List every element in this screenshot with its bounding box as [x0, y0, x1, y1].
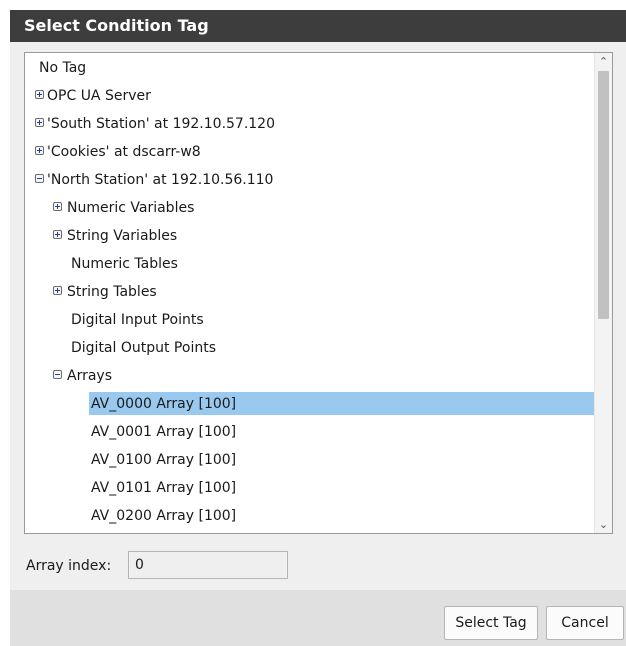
scroll-down-icon[interactable]: ⌄	[595, 516, 612, 533]
tree-item-label: AV_0000 Array [100]	[91, 396, 237, 412]
tree-item-label: AV_0100 Array [100]	[91, 452, 237, 468]
tree-item[interactable]: 'South Station' at 192.10.57.120	[25, 111, 595, 137]
tree-item-label: AV_0101 Array [100]	[91, 480, 237, 496]
scroll-thumb[interactable]	[598, 71, 609, 319]
select-tag-button[interactable]: Select Tag	[444, 606, 538, 640]
array-index-label: Array index:	[26, 558, 112, 574]
tree-item[interactable]: AV_0200 Array [100]	[25, 503, 595, 529]
tree-item-label: Arrays	[67, 368, 113, 384]
tree-item[interactable]: No Tag	[25, 55, 595, 81]
collapse-minus-icon[interactable]	[53, 370, 62, 379]
tree-item-label: AV_0001 Array [100]	[91, 424, 237, 440]
tree-item[interactable]: 'Cookies' at dscarr-w8	[25, 139, 595, 165]
dialog-title: Select Condition Tag	[10, 10, 626, 42]
tree-item[interactable]: Arrays	[25, 363, 595, 389]
tree-item-label: OPC UA Server	[47, 88, 151, 104]
tree-item-label: Digital Input Points	[71, 312, 204, 328]
tree-item[interactable]: AV_0101 Array [100]	[25, 475, 595, 501]
tree-item[interactable]: String Tables	[25, 279, 595, 305]
array-index-input[interactable]	[128, 551, 288, 579]
tree-item-label: Numeric Tables	[71, 256, 178, 272]
tag-tree[interactable]: No Tag OPC UA Server 'South Station' at 19…	[24, 52, 613, 534]
collapse-minus-icon[interactable]	[35, 174, 44, 183]
tree-item[interactable]: AV_0001 Array [100]	[25, 419, 595, 445]
tree-item-label: Digital Output Points	[71, 340, 216, 356]
tree-item[interactable]: Numeric Tables	[25, 251, 595, 277]
scroll-up-icon[interactable]: ⌃	[595, 53, 612, 70]
select-condition-tag-dialog: Select Condition Tag No Tag OPC UA Server…	[10, 10, 626, 646]
tree-item-label: String Tables	[67, 284, 157, 300]
vertical-scrollbar[interactable]: ⌃ ⌄	[594, 53, 612, 533]
expand-plus-icon[interactable]	[35, 118, 44, 127]
tree-item[interactable]: Numeric Variables	[25, 195, 595, 221]
tree-item[interactable]: AV_0100 Array [100]	[25, 447, 595, 473]
tree-item[interactable]: OPC UA Server	[25, 83, 595, 109]
tree-item-label: AV_0200 Array [100]	[91, 508, 237, 524]
tree-item-label: Numeric Variables	[67, 200, 195, 216]
tree-item-label: No Tag	[39, 60, 87, 76]
expand-plus-icon[interactable]	[53, 286, 62, 295]
tree-item[interactable]: 'North Station' at 192.10.56.110	[25, 167, 595, 193]
expand-plus-icon[interactable]	[35, 90, 44, 99]
tree-item-label: 'South Station' at 192.10.57.120	[47, 116, 275, 132]
tree-item-label: String Variables	[67, 228, 178, 244]
tree-item[interactable]: Digital Output Points	[25, 335, 595, 361]
tree-item[interactable]: String Variables	[25, 223, 595, 249]
tree-item-label: 'North Station' at 192.10.56.110	[47, 172, 274, 188]
expand-plus-icon[interactable]	[53, 202, 62, 211]
tree-item[interactable]: Digital Input Points	[25, 307, 595, 333]
dialog-footer: Select Tag Cancel	[10, 590, 626, 646]
expand-plus-icon[interactable]	[35, 146, 44, 155]
tree-item-selected[interactable]: AV_0000 Array [100]	[25, 391, 598, 417]
cancel-button[interactable]: Cancel	[546, 606, 624, 640]
tree-item-label: 'Cookies' at dscarr-w8	[47, 144, 201, 160]
expand-plus-icon[interactable]	[53, 230, 62, 239]
